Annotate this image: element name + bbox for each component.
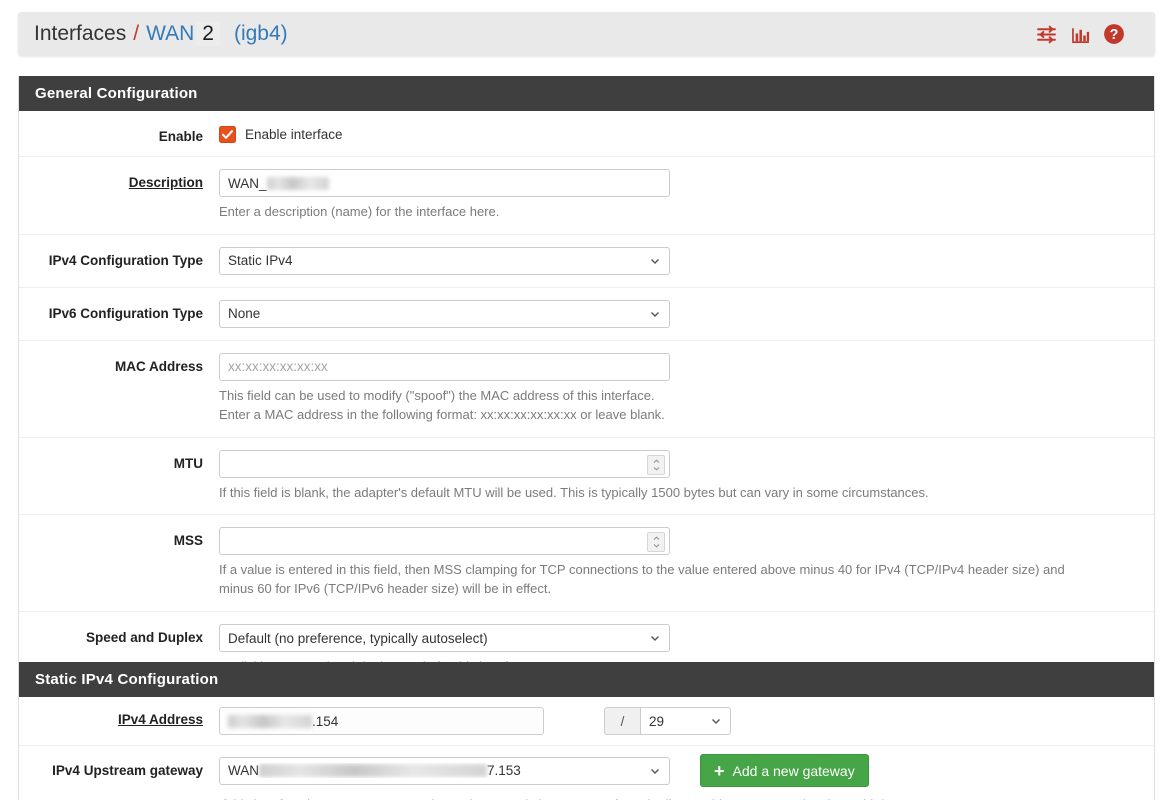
label-ipv4-upstream-gateway: IPv4 Upstream gateway [52, 763, 203, 778]
row-ipv4-upstream-gateway: IPv4 Upstream gateway WAN 7.153 + Add a … [19, 746, 1154, 800]
mtu-stepper[interactable] [647, 454, 665, 475]
ipv4-upstream-gateway-value: WAN 7.153 [228, 763, 521, 778]
mss-help-line-2: minus 60 for IPv6 (TCP/IPv6 header size)… [219, 581, 552, 597]
subnet-prefix-addon: / [604, 707, 640, 735]
speed-duplex-select[interactable]: Default (no preference, typically autose… [219, 624, 670, 653]
mtu-help: If this field is blank, the adapter's de… [219, 484, 929, 500]
label-ipv4-config-type: IPv4 Configuration Type [48, 252, 203, 268]
mtu-input[interactable] [219, 449, 670, 478]
label-mac-address: MAC Address [114, 358, 203, 374]
ipv4-config-type-select[interactable]: Static IPv4 [219, 246, 670, 275]
ipv4-subnet-mask-select[interactable]: 29 [640, 707, 731, 735]
mss-help: If a value is entered in this field, the… [219, 561, 1140, 599]
row-mac-address: MAC Address xx:xx:xx:xx:xx:xx This field… [19, 341, 1154, 438]
gateway-value-prefix: WAN [228, 763, 259, 778]
mac-address-help: This field can be used to modify ("spoof… [219, 387, 1140, 425]
chevron-down-icon [649, 308, 661, 320]
label-ipv4-address: IPv4 Address [117, 712, 203, 727]
gateway-redaction [259, 764, 487, 777]
breadcrumb-device[interactable]: (igb4) [234, 22, 288, 46]
enable-interface-checkbox[interactable] [219, 126, 236, 143]
label-description[interactable]: Description [19, 169, 219, 190]
panel-title-static-ipv4: Static IPv4 Configuration [19, 662, 1154, 697]
chart-bar-icon[interactable] [1069, 23, 1091, 45]
field-mss: If a value is entered in this field, the… [219, 527, 1154, 599]
plus-icon: + [714, 760, 725, 781]
mac-address-placeholder: xx:xx:xx:xx:xx:xx [228, 359, 328, 375]
speed-duplex-value: Default (no preference, typically autose… [228, 630, 488, 646]
header-icon-group: ? [1035, 12, 1137, 56]
description-input[interactable]: WAN_ [219, 169, 670, 197]
field-ipv4-config-type: Static IPv4 [219, 246, 1154, 275]
mac-address-help-line-1: This field can be used to modify ("spoof… [219, 387, 655, 403]
mss-help-line-1: If a value is entered in this field, the… [219, 562, 1065, 578]
mss-stepper[interactable] [647, 532, 665, 553]
field-ipv6-config-type: None [219, 299, 1154, 328]
add-new-gateway-button[interactable]: + Add a new gateway [700, 754, 869, 787]
ipv4-subnet-mask-value: 29 [649, 713, 665, 729]
ipv4-subnet-mask-group: / 29 [604, 707, 731, 735]
row-description: Description WAN_ Enter a description (na… [19, 157, 1154, 235]
panel-static-ipv4-configuration: Static IPv4 Configuration IPv4 Address .… [18, 662, 1155, 800]
field-mtu: If this field is blank, the adapter's de… [219, 449, 1154, 503]
field-description: WAN_ Enter a description (name) for the … [219, 169, 1154, 222]
field-ipv4-upstream-gateway: WAN7.153 + Add a new gateway If this int [219, 754, 1154, 800]
interface-config-page: Interfaces / WAN 2 (igb4) ? General Conf… [0, 0, 1173, 800]
ipv4-address-redaction [228, 714, 312, 728]
ipv4-config-type-value: Static IPv4 [228, 253, 293, 269]
field-ipv4-address: .154 / 29 [219, 707, 1154, 735]
description-input-value: WAN_ [228, 175, 267, 191]
breadcrumb-current[interactable]: WAN [146, 22, 194, 46]
panel-title-general: General Configuration [19, 76, 1154, 111]
enable-interface-label: Enable interface [245, 127, 343, 142]
chevron-down-icon [710, 715, 722, 727]
description-redaction [266, 176, 329, 190]
ipv4-upstream-gateway-help: If this interface is an Internet connect… [219, 796, 1140, 800]
row-ipv6-config-type: IPv6 Configuration Type None [19, 288, 1154, 341]
ipv4-address-value-suffix: .154 [312, 713, 339, 729]
label-enable: Enable [158, 129, 203, 144]
chevron-down-icon [649, 632, 661, 644]
label-speed-duplex: Speed and Duplex [85, 630, 203, 646]
add-new-gateway-label: Add a new gateway [732, 762, 855, 779]
ipv6-config-type-select[interactable]: None [219, 299, 670, 328]
panel-general-configuration: General Configuration Enable Enable inte… [18, 76, 1155, 709]
row-ipv4-address: IPv4 Address .154 / 29 [19, 697, 1154, 746]
ipv4-upstream-gateway-select[interactable]: WAN 7.153 [219, 756, 670, 785]
field-mac-address: xx:xx:xx:xx:xx:xx This field can be used… [219, 352, 1154, 425]
mac-address-input[interactable]: xx:xx:xx:xx:xx:xx [219, 352, 670, 381]
mac-address-help-line-2: Enter a MAC address in the following for… [219, 406, 665, 422]
row-mtu: MTU If this field is blank, the adapter'… [19, 438, 1154, 516]
field-enable: Enable interface [219, 123, 1154, 143]
label-mtu: MTU [173, 455, 203, 471]
row-ipv4-config-type: IPv4 Configuration Type Static IPv4 [19, 235, 1154, 288]
breadcrumb-separator: / [133, 22, 140, 45]
breadcrumb: Interfaces / WAN 2 (igb4) [18, 22, 288, 46]
mss-input[interactable] [219, 527, 670, 556]
gateway-value-suffix: 7.153 [487, 763, 521, 778]
label-ipv6-config-type: IPv6 Configuration Type [48, 305, 203, 321]
chevron-down-icon [649, 255, 661, 267]
label-mss: MSS [173, 533, 203, 549]
help-circle-icon[interactable]: ? [1103, 23, 1125, 45]
breadcrumb-root[interactable]: Interfaces [34, 22, 126, 46]
sliders-icon[interactable] [1035, 23, 1057, 45]
chevron-down-icon [649, 765, 661, 777]
ipv4-address-input[interactable]: .154 [219, 707, 544, 735]
svg-text:?: ? [1110, 27, 1119, 43]
breadcrumb-bar: Interfaces / WAN 2 (igb4) ? [18, 12, 1155, 56]
row-mss: MSS If a value is entered in this field, [19, 515, 1154, 613]
breadcrumb-redacted-suffix: 2 [196, 22, 220, 46]
ipv6-config-type-value: None [228, 306, 261, 322]
row-enable: Enable Enable interface [19, 111, 1154, 157]
description-help: Enter a description (name) for the inter… [219, 204, 500, 219]
